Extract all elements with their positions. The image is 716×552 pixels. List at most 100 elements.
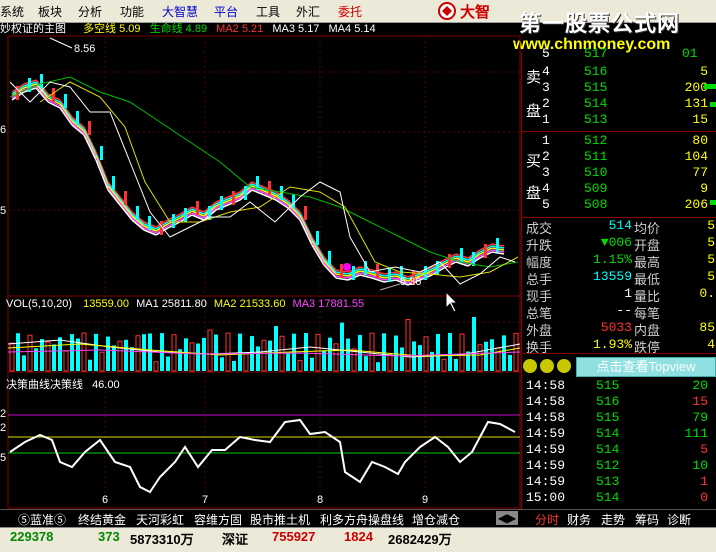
chart-canvas[interactable]: [0, 22, 521, 509]
candle: [352, 266, 355, 280]
candle: [124, 191, 127, 205]
tick-row: 14:58 515 20: [526, 378, 708, 393]
volume-bar: [472, 317, 476, 371]
watermark-title: 第一股票公式网: [519, 11, 681, 36]
status-dot-1[interactable]: [523, 359, 537, 373]
tick-row: 15:00 514 0: [526, 490, 708, 505]
quote-row: 幅度 1.15% 最高 5: [526, 252, 715, 271]
candle: [244, 186, 247, 200]
x-tick-7: 7: [202, 494, 209, 506]
candle: [496, 238, 499, 252]
tick-row: 14:59 513 1: [526, 474, 708, 489]
menu-trade[interactable]: 委托: [338, 3, 362, 20]
btn-tuituji[interactable]: 股市推土机: [250, 511, 310, 528]
x-tick-8: 8: [317, 494, 324, 506]
tick-row: 14:58 515 79: [526, 410, 708, 425]
ma-yellow-line: [39, 81, 519, 278]
status-dot-3[interactable]: [557, 359, 571, 373]
right-panel: 5 517 01 卖 盘 4 516 5 3 515 200 2 514 131 1 513 15 买…: [521, 46, 716, 512]
status-c: 5873310万: [130, 532, 194, 547]
tab-chouma[interactable]: 筹码: [635, 511, 659, 528]
price-band-line: [83, 132, 97, 159]
volume-bar: [274, 326, 278, 371]
volume-bar: [333, 343, 339, 372]
volume-bar: [477, 344, 483, 372]
candle: [136, 206, 139, 220]
tab-caiwu[interactable]: 财务: [567, 511, 591, 528]
decision-title: 决策曲线决策线 46.00: [6, 376, 120, 392]
high-pointer: [49, 37, 73, 49]
menu-system[interactable]: 系统: [0, 3, 24, 20]
sell-row[interactable]: 3 515 200: [522, 80, 716, 97]
candle: [52, 88, 55, 102]
sell-row[interactable]: 2 514 131: [522, 96, 716, 113]
price-axis-6: 6: [0, 124, 7, 136]
volume-bar: [387, 354, 393, 372]
candle: [268, 181, 271, 195]
btn-zengcang[interactable]: 增仓减仓: [412, 511, 460, 528]
menu-tools[interactable]: 工具: [256, 3, 280, 20]
volume-bar: [88, 359, 92, 371]
candle: [316, 231, 319, 245]
volume-bar: [52, 344, 56, 371]
sell-row[interactable]: 1 513 15: [522, 112, 716, 129]
btn-lanzhun[interactable]: ⑤蓝准⑤: [18, 511, 66, 528]
tick-row: 14:59 514 5: [526, 442, 708, 457]
volume-bar: [508, 354, 512, 371]
volume-bar: [58, 337, 62, 371]
volume-bar: [196, 343, 200, 371]
volume-bar: [454, 358, 458, 371]
btn-liduo[interactable]: 利多方舟操盘线: [320, 511, 404, 528]
tab-fenshi[interactable]: 分时: [535, 511, 559, 528]
quote-row: 换手 1.93% 跌停 4: [526, 337, 715, 356]
volume-bar: [220, 357, 224, 371]
volume-bar: [256, 346, 260, 371]
menu-forex[interactable]: 外汇: [296, 3, 320, 20]
menu-dzh[interactable]: 大智慧: [162, 3, 198, 20]
volume-bar: [63, 350, 69, 372]
vol-ma1-value: 25811.80: [161, 298, 207, 310]
quote-row: 总笔 -- 每笔: [526, 303, 661, 322]
volume-bar: [340, 322, 344, 371]
candle: [388, 268, 391, 282]
menu-function[interactable]: 功能: [120, 3, 144, 20]
status-dot-2[interactable]: [540, 359, 554, 373]
btn-zhongjie[interactable]: 终结黄金: [78, 511, 126, 528]
decision-value: 46.00: [92, 379, 120, 391]
x-tick-9: 9: [422, 494, 429, 506]
topview-button[interactable]: 点击查看Topview: [576, 357, 716, 377]
candle: [148, 216, 151, 230]
decision-axis-2: 2: [0, 422, 7, 434]
price-band-line: [299, 217, 313, 244]
vol-ma3-label: MA3: [292, 298, 316, 310]
menu-platform[interactable]: 平台: [214, 3, 238, 20]
volume-bar: [70, 334, 74, 371]
scroll-arrows-icon[interactable]: ◀▶: [496, 511, 518, 525]
tab-zoushi[interactable]: 走势: [601, 511, 625, 528]
btn-rongwei[interactable]: 容维方固: [194, 511, 242, 528]
volume-bar: [315, 333, 321, 372]
volume-bar: [459, 333, 465, 372]
menu-analysis[interactable]: 分析: [78, 3, 102, 20]
candle: [424, 266, 427, 280]
vol-ma3-line: [7, 349, 521, 357]
vol-name: VOL(5,10,20): [6, 298, 73, 310]
price-band-line: [95, 159, 109, 191]
candle: [88, 121, 91, 135]
tab-zhenduan[interactable]: 诊断: [667, 511, 691, 528]
menu-sector[interactable]: 板块: [38, 3, 62, 20]
volume-bar: [484, 341, 488, 371]
buy-row[interactable]: 4 509 9: [522, 181, 716, 198]
buy-row[interactable]: 5 508 206: [522, 197, 716, 214]
candlesticks: [11, 74, 505, 286]
buy-row[interactable]: 1 512 80: [522, 133, 716, 150]
volume-bar: [106, 336, 110, 371]
status-f: 1824: [344, 529, 373, 544]
buy-row[interactable]: 2 511 104: [522, 149, 716, 166]
decision-curve: [9, 418, 516, 494]
buy-row[interactable]: 3 510 77: [522, 165, 716, 182]
x-tick-6: 6: [102, 494, 109, 506]
status-b: 373: [98, 529, 120, 544]
btn-tianhe[interactable]: 天河彩虹: [136, 511, 184, 528]
sell-row[interactable]: 4 516 5: [522, 64, 716, 81]
